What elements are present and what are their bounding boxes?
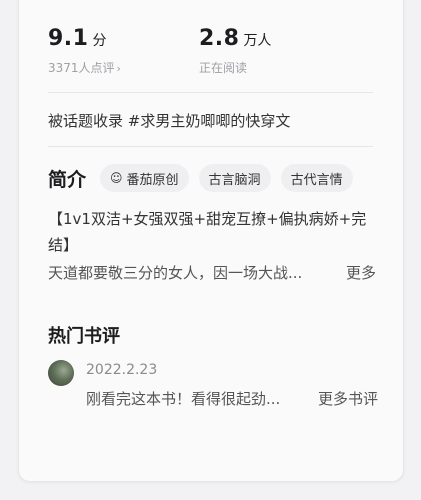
intro-more-button[interactable]: 更多 [346,262,376,283]
rating-unit: 分 [92,33,107,49]
desc-line: 【1v1双洁+女强双强+甜宠互撩+偏执病娇+完 [48,210,367,228]
readers-value: 2.8 [198,26,240,51]
readers-unit: 万人 [243,33,272,49]
tag-ancient-brainhole[interactable]: 古言脑洞 [198,164,271,192]
rating-count-label: 3371人点评 [48,61,115,75]
tag-original[interactable]: ☺ 番茄原创 [100,164,189,192]
tag-ancient-romance[interactable]: 古代言情 [280,164,353,192]
readers-label: 正在阅读 [198,61,247,75]
tag-label: 番茄原创 [126,172,179,188]
chevron-right-icon: › [116,62,121,75]
more-reviews-button[interactable]: 更多书评 [318,388,378,409]
intro-excerpt-row: 天道都要敬三分的女人，因一场大战... 更多 [48,262,376,283]
review-date: 2022.2.23 [86,362,158,378]
avatar[interactable] [48,360,74,386]
intro-description: 【1v1双洁+女强双强+甜宠互撩+偏执病娇+完 结】 [48,206,380,258]
tag-label: 古言脑洞 [208,172,261,188]
review-text: 刚看完这本书！看得很起劲... [86,390,281,408]
rating-count[interactable]: 3371人点评 › [48,59,121,76]
divider [48,92,373,93]
intro-excerpt: 天道都要敬三分的女人，因一场大战... [48,264,303,282]
topic-link[interactable]: 被话题收录 #求男主奶唧唧的快穿文 [48,110,290,131]
desc-line: 结】 [48,236,79,254]
divider [48,146,373,147]
book-stats: 9.1 分 3371人点评 › 2.8 万人 正在阅读 [48,26,271,76]
rating-value: 9.1 [48,26,89,51]
rating-stat[interactable]: 9.1 分 3371人点评 › [48,26,121,76]
intro-header: 简介 ☺ 番茄原创 古言脑洞 古代言情 [48,164,363,192]
readers-stat: 2.8 万人 正在阅读 [199,26,271,76]
intro-title: 简介 [48,168,87,191]
smile-icon: ☺ [110,171,123,185]
tag-label: 古代言情 [290,172,343,188]
hot-reviews-title: 热门书评 [48,326,120,347]
